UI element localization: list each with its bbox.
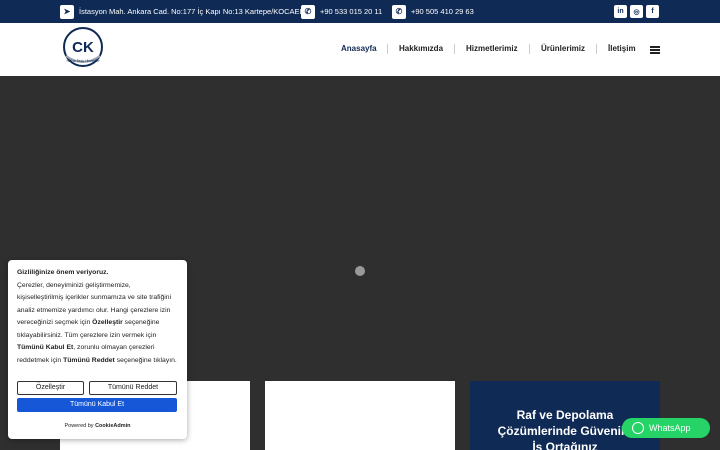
card-title-line3: İş Ortağınız xyxy=(532,440,598,450)
powered-by-text: Powered by xyxy=(64,423,94,429)
nav-separator xyxy=(596,44,597,54)
phone2-text[interactable]: +90 505 410 29 63 xyxy=(411,7,474,16)
nav-separator xyxy=(387,44,388,54)
cookie-text: Çerezler, deneyiminizi geliştirmemize, k… xyxy=(17,280,178,368)
phone1-text[interactable]: +90 533 015 20 11 xyxy=(320,7,382,16)
cookie-text-bold: Tümünü Reddet xyxy=(63,356,115,364)
location-arrow-icon: ➤ xyxy=(60,4,74,19)
whatsapp-icon xyxy=(632,422,644,434)
cookie-consent-dialog: Gizliliğinize önem veriyoruz. Çerezler, … xyxy=(8,260,187,439)
whatsapp-label: WhatsApp xyxy=(649,423,691,433)
nav-about[interactable]: Hakkımızda xyxy=(399,44,443,53)
social-links: in ◎ f xyxy=(614,5,659,18)
phone1-item[interactable]: ✆ +90 533 015 20 11 xyxy=(301,4,382,19)
feature-card-3: Raf ve Depolama Çözümlerinde Güvenilir İ… xyxy=(470,381,660,450)
logo-tagline: Raf ve Depo Hizmetleri xyxy=(67,59,100,63)
cookie-text-bold: Tümünü Kabul Et xyxy=(17,344,74,351)
site-header: CK Raf ve Depo Hizmetleri Anasayfa Hakkı… xyxy=(0,23,720,76)
cookieadmin-logo[interactable]: CookieAdmin xyxy=(95,423,130,429)
nav-contact[interactable]: İletişim xyxy=(608,44,636,53)
linkedin-icon[interactable]: in xyxy=(614,5,627,18)
nav-separator xyxy=(454,44,455,54)
facebook-icon[interactable]: f xyxy=(646,5,659,18)
reject-all-button[interactable]: Tümünü Reddet xyxy=(89,381,177,395)
accept-all-button[interactable]: Tümünü Kabul Et xyxy=(17,398,177,412)
phone-icon: ✆ xyxy=(392,4,406,19)
nav-services[interactable]: Hizmetlerimiz xyxy=(466,44,518,53)
phone-icon: ✆ xyxy=(301,4,315,19)
logo-letters: CK xyxy=(72,39,94,56)
powered-by: Powered by CookieAdmin xyxy=(8,420,187,433)
cookie-title: Gizliliğinize önem veriyoruz. xyxy=(17,269,109,276)
feature-card-2 xyxy=(265,381,455,450)
phone2-item[interactable]: ✆ +90 505 410 29 63 xyxy=(392,4,474,19)
top-bar: ➤ İstasyon Mah. Ankara Cad. No:177 İç Ka… xyxy=(0,0,720,23)
nav-products[interactable]: Ürünlerimiz xyxy=(541,44,585,53)
loading-dot xyxy=(355,266,365,276)
cookie-text-bold: Özelleştir xyxy=(92,319,123,326)
customize-button[interactable]: Özelleştir xyxy=(17,381,84,395)
menu-hamburger-icon[interactable] xyxy=(650,46,660,54)
nav-separator xyxy=(529,44,530,54)
address-text: İstasyon Mah. Ankara Cad. No:177 İç Kapı… xyxy=(79,7,306,16)
nav-home[interactable]: Anasayfa xyxy=(341,44,377,53)
cookie-text-part: seçeneğine tıklayın. xyxy=(114,356,177,364)
whatsapp-button[interactable]: WhatsApp xyxy=(622,418,710,438)
company-logo[interactable]: CK Raf ve Depo Hizmetleri xyxy=(60,26,106,72)
address-item: ➤ İstasyon Mah. Ankara Cad. No:177 İç Ka… xyxy=(60,4,306,19)
instagram-icon[interactable]: ◎ xyxy=(630,5,643,18)
cookie-button-row: Özelleştir Tümünü Reddet xyxy=(17,381,177,395)
